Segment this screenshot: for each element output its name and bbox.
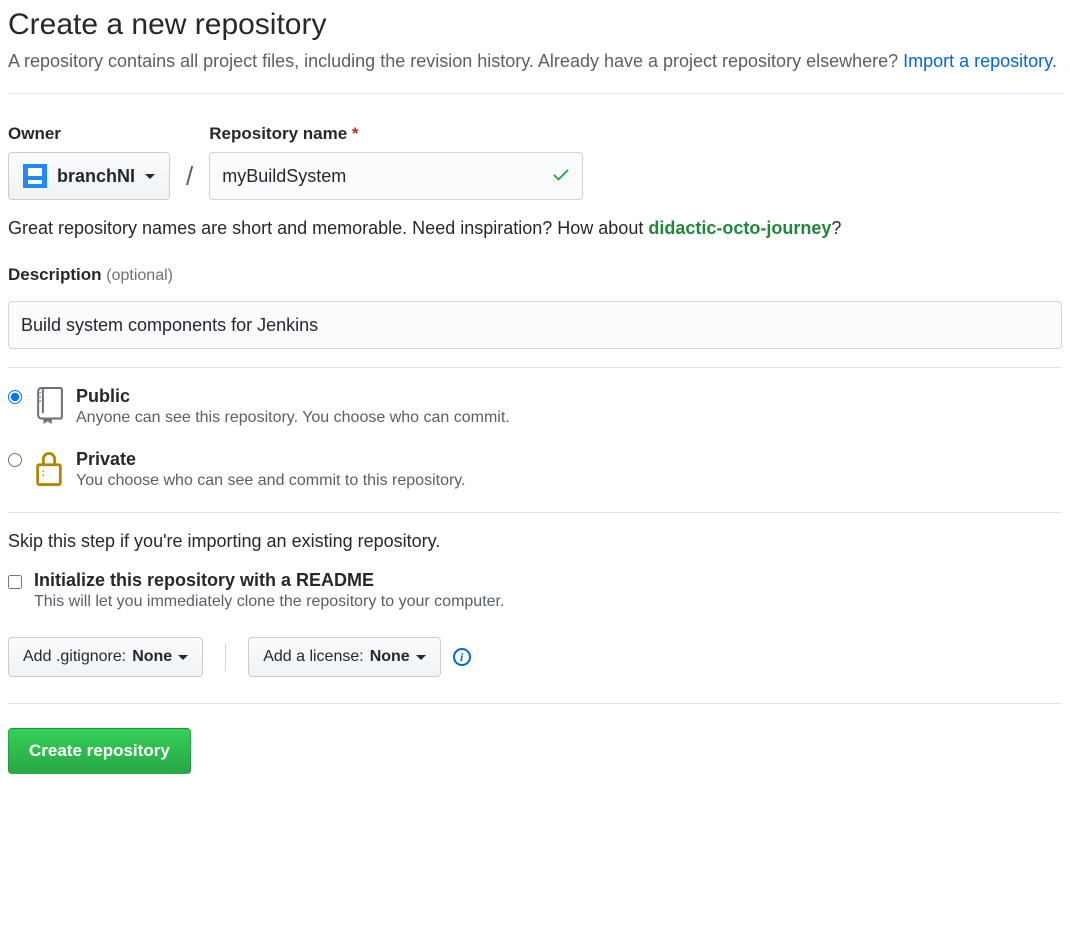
caret-down-icon — [416, 655, 426, 660]
repo-public-icon — [32, 386, 66, 424]
check-icon — [551, 165, 571, 188]
readme-title: Initialize this repository with a README — [34, 570, 504, 591]
license-dropdown[interactable]: Add a license: None — [248, 637, 441, 677]
divider — [8, 93, 1062, 94]
import-repository-link[interactable]: Import a repository. — [903, 51, 1057, 71]
gitignore-value: None — [132, 648, 172, 666]
readme-checkbox[interactable] — [8, 575, 22, 589]
description-input[interactable] — [8, 301, 1062, 349]
gitignore-label: Add .gitignore: — [23, 648, 126, 666]
owner-avatar-icon — [23, 164, 47, 188]
page-title: Create a new repository — [8, 8, 1062, 42]
info-icon[interactable]: i — [453, 648, 471, 666]
slash-separator: / — [182, 161, 197, 200]
divider — [8, 512, 1062, 513]
skip-text: Skip this step if you're importing an ex… — [8, 531, 1062, 552]
caret-down-icon — [178, 655, 188, 660]
readme-sub: This will let you immediately clone the … — [34, 593, 504, 611]
visibility-public-sub: Anyone can see this repository. You choo… — [76, 409, 510, 427]
required-mark: * — [352, 124, 359, 143]
subtitle-text: A repository contains all project files,… — [8, 51, 903, 71]
visibility-public-radio[interactable] — [8, 390, 22, 404]
license-label: Add a license: — [263, 648, 364, 666]
optional-label: (optional) — [106, 267, 173, 284]
divider — [8, 367, 1062, 368]
visibility-private-radio[interactable] — [8, 453, 22, 467]
owner-name: branchNI — [57, 166, 135, 187]
name-hint-suffix: ? — [831, 218, 841, 238]
repo-name-input[interactable] — [209, 152, 583, 200]
lock-icon — [32, 449, 66, 489]
caret-down-icon — [145, 174, 155, 179]
vertical-separator — [225, 643, 226, 671]
description-label-text: Description — [8, 265, 102, 284]
divider — [8, 703, 1062, 704]
visibility-private-title: Private — [76, 449, 466, 470]
create-repository-button[interactable]: Create repository — [8, 728, 191, 774]
repo-name-label: Repository name * — [209, 124, 583, 144]
visibility-private-sub: You choose who can see and commit to thi… — [76, 472, 466, 490]
owner-dropdown[interactable]: branchNI — [8, 152, 170, 200]
license-value: None — [370, 648, 410, 666]
name-hint: Great repository names are short and mem… — [8, 218, 1062, 239]
visibility-public-title: Public — [76, 386, 510, 407]
description-label: Description (optional) — [8, 265, 1062, 285]
repo-name-label-text: Repository name — [209, 124, 347, 143]
name-suggestion-link[interactable]: didactic-octo-journey — [648, 218, 831, 238]
owner-label: Owner — [8, 124, 170, 144]
gitignore-dropdown[interactable]: Add .gitignore: None — [8, 637, 203, 677]
page-subtitle: A repository contains all project files,… — [8, 48, 1062, 75]
name-hint-prefix: Great repository names are short and mem… — [8, 218, 648, 238]
